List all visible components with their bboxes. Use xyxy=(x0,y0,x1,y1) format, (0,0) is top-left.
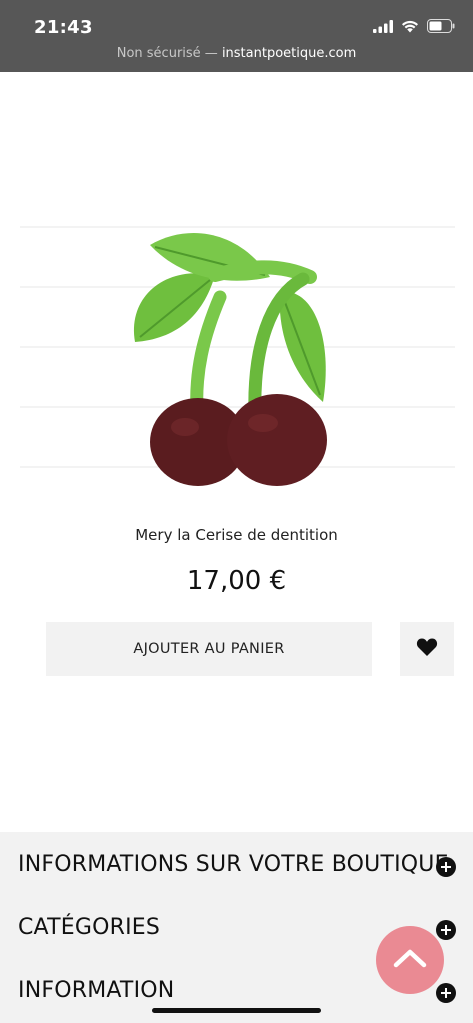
footer-section-categories[interactable]: CATÉGORIES xyxy=(18,915,160,940)
plus-circle-icon[interactable] xyxy=(436,983,456,1003)
footer-section-store-info[interactable]: INFORMATIONS SUR VOTRE BOUTIQUE xyxy=(18,852,449,877)
heart-icon xyxy=(416,637,438,662)
status-bar: 21:43 Non sécurisé — instantpoetique.com xyxy=(0,0,473,72)
add-to-cart-button[interactable]: AJOUTER AU PANIER xyxy=(46,622,372,676)
footer-section-information[interactable]: INFORMATION xyxy=(18,978,174,1003)
scroll-to-top-button[interactable] xyxy=(376,926,444,994)
product-name[interactable]: Mery la Cerise de dentition xyxy=(0,526,473,544)
security-label: Non sécurisé — xyxy=(116,46,222,61)
status-time: 21:43 xyxy=(34,17,93,38)
wishlist-button[interactable] xyxy=(400,622,454,676)
signal-icon xyxy=(373,19,393,38)
plus-circle-icon[interactable] xyxy=(436,920,456,940)
wifi-icon xyxy=(401,20,419,38)
chevron-up-icon xyxy=(393,948,427,973)
status-icons xyxy=(373,19,455,38)
product-price: 17,00 € xyxy=(186,566,287,596)
battery-icon xyxy=(427,19,455,38)
cherry-teether-image[interactable] xyxy=(15,147,460,517)
home-indicator xyxy=(152,1008,321,1013)
product-card: Mery la Cerise de dentition 17,00 € AJOU… xyxy=(0,72,473,832)
url-host: instantpoetique.com xyxy=(221,46,357,61)
plus-circle-icon[interactable] xyxy=(436,857,456,877)
address-bar[interactable]: Non sécurisé — instantpoetique.com xyxy=(0,46,473,61)
